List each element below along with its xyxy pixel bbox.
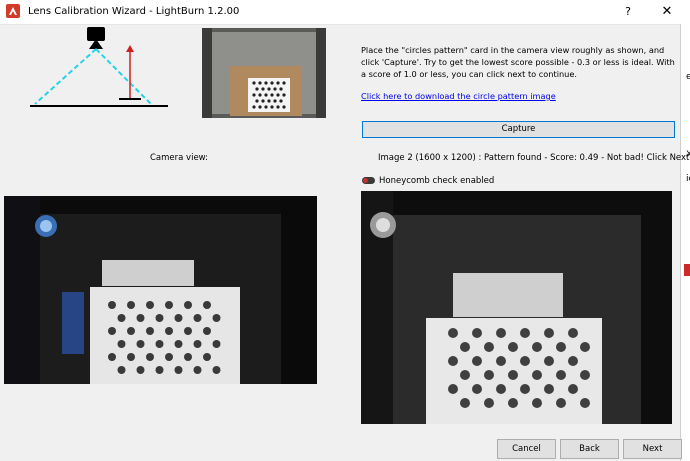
pattern-dot (108, 301, 116, 309)
pattern-dot (508, 342, 518, 352)
toggle-knob (363, 178, 368, 183)
pattern-dot (448, 384, 458, 394)
pattern-dot (174, 314, 183, 322)
pattern-dot (568, 328, 578, 338)
pattern-dot (472, 384, 482, 394)
camera-view-label: Camera view: (150, 153, 209, 163)
pattern-dot (496, 356, 506, 366)
height-arrow-head (126, 45, 134, 52)
pattern-dot (127, 353, 135, 361)
pattern-dot (165, 353, 173, 361)
pattern-dot (532, 370, 542, 380)
capture-status-text: Image 2 (1600 x 1200) : Pattern found - … (378, 153, 690, 163)
honeycomb-check-label: Honeycomb check enabled (379, 176, 495, 186)
close-button[interactable]: ✕ (656, 3, 678, 21)
pattern-dot (484, 342, 494, 352)
pattern-dot (520, 384, 530, 394)
pattern-dot (544, 356, 554, 366)
pattern-dot (472, 328, 482, 338)
pattern-dot (165, 327, 173, 335)
pattern-dot (165, 301, 173, 309)
camera-view-beam (95, 48, 152, 105)
pattern-dot (155, 366, 164, 374)
pattern-dot (203, 327, 211, 335)
honeycomb-toggle[interactable] (362, 177, 375, 184)
pattern-dot (184, 353, 192, 361)
pattern-dot (155, 314, 164, 322)
pattern-dot (193, 314, 202, 322)
cancel-button[interactable]: Cancel (497, 439, 556, 459)
back-button[interactable]: Back (560, 439, 619, 459)
captured-image-view (361, 191, 672, 424)
pattern-dot (460, 398, 470, 408)
pattern-dot (136, 340, 145, 348)
pattern-dot (203, 353, 211, 361)
pattern-dot (184, 301, 192, 309)
pattern-dot (484, 370, 494, 380)
pattern-dot (544, 328, 554, 338)
instructions-text: Place the "circles pattern" card in the … (361, 45, 675, 79)
pattern-dot (184, 327, 192, 335)
pattern-dot (117, 366, 126, 374)
example-placement-photo (202, 28, 326, 118)
pattern-dot (556, 342, 566, 352)
pattern-dot (520, 328, 530, 338)
pattern-dot (448, 328, 458, 338)
pattern-dot (117, 314, 126, 322)
pattern-dot (108, 327, 116, 335)
pattern-dot (174, 340, 183, 348)
download-pattern-link[interactable]: Click here to download the circle patter… (361, 91, 556, 101)
pattern-dot (568, 384, 578, 394)
live-camera-view (4, 196, 317, 384)
next-button[interactable]: Next (623, 439, 682, 459)
window-title: Lens Calibration Wizard - LightBurn 1.2.… (28, 6, 240, 17)
pattern-dot (117, 340, 126, 348)
pattern-dot (544, 384, 554, 394)
help-button[interactable]: ? (618, 3, 638, 21)
pattern-dot (448, 356, 458, 366)
pattern-dot (460, 370, 470, 380)
pattern-dot (568, 356, 578, 366)
pattern-dot (146, 353, 154, 361)
pattern-dot (174, 366, 183, 374)
camera-view-beam (34, 48, 97, 105)
pattern-dot (580, 342, 590, 352)
pattern-dot (136, 314, 145, 322)
pattern-dot (155, 340, 164, 348)
pattern-dot (203, 301, 211, 309)
pattern-dot (496, 384, 506, 394)
pattern-dot (146, 301, 154, 309)
pattern-dot (127, 327, 135, 335)
pattern-dot (136, 366, 145, 374)
camera-setup-diagram (30, 27, 168, 107)
pattern-dot (212, 314, 221, 322)
pattern-dot (472, 356, 482, 366)
pattern-dot (532, 342, 542, 352)
pattern-dot (212, 340, 221, 348)
pattern-dot (484, 398, 494, 408)
pattern-dot (193, 340, 202, 348)
pattern-dot (146, 327, 154, 335)
pattern-dot (556, 398, 566, 408)
pattern-dot (532, 398, 542, 408)
pattern-dot (580, 370, 590, 380)
background-text: ec (686, 72, 690, 82)
pattern-dot (212, 366, 221, 374)
pattern-dot (508, 370, 518, 380)
capture-button[interactable]: Capture (362, 121, 675, 138)
pattern-dot (508, 398, 518, 408)
background-window-edge: ec X ic (680, 24, 690, 461)
background-red-element (684, 264, 690, 276)
lightburn-flame-icon (6, 4, 20, 18)
pattern-dot (496, 328, 506, 338)
pattern-dot (108, 353, 116, 361)
camera-icon (87, 27, 105, 41)
pattern-dot (127, 301, 135, 309)
pattern-dot (460, 342, 470, 352)
background-text: ic (686, 174, 690, 184)
pattern-dot (580, 398, 590, 408)
pattern-dot (193, 366, 202, 374)
pattern-dot (556, 370, 566, 380)
pattern-dot (520, 356, 530, 366)
